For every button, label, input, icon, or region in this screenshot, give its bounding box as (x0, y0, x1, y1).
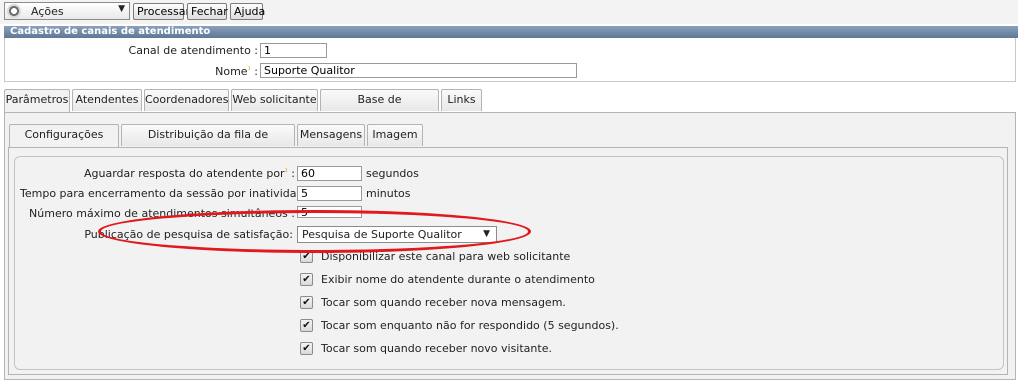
tab-distribuicao-fila[interactable]: Distribuição da fila de atendimento (121, 124, 295, 161)
actions-label: Ações (31, 5, 64, 18)
tab-parametros[interactable]: Parâmetros (4, 89, 70, 113)
checkbox-som-mensagem[interactable]: ✔ (300, 296, 313, 309)
checkbox-label: Tocar som enquanto não for respondido (5… (321, 319, 619, 332)
wait-input[interactable] (297, 166, 362, 181)
gear-icon (7, 4, 21, 18)
tab-mensagens[interactable]: Mensagens (297, 124, 365, 146)
tab-web-solicitante[interactable]: Web solicitante (231, 89, 318, 111)
name-label: Nome (215, 65, 248, 78)
close-button[interactable]: Fechar (187, 3, 228, 20)
checkbox-label: Tocar som quando receber nova mensagem. (321, 296, 566, 309)
checkbox-label: Exibir nome do atendente durante o atend… (321, 273, 595, 286)
tab-imagem[interactable]: Imagem (367, 124, 423, 146)
name-input[interactable] (260, 63, 577, 78)
tab-base-conhecimento[interactable]: Base de conhecimento (320, 89, 439, 126)
triangle-down-icon: ▼ (118, 4, 125, 14)
wait-label: Aguardar resposta do atendente por (83, 167, 285, 180)
checkbox-som-visitante[interactable]: ✔ (300, 342, 313, 355)
session-label-row: Tempo para encerramento da sessão por in… (20, 187, 321, 200)
session-unit: minutos (366, 187, 411, 200)
wait-label-row: Aguardar resposta do atendente por¹ : (83, 167, 295, 180)
name-label-row: Nome¹ : (215, 65, 258, 78)
session-label: Tempo para encerramento da sessão por in… (20, 187, 311, 200)
process-button[interactable]: Processar (133, 3, 190, 20)
wait-unit: segundos (366, 167, 419, 180)
required-marker: ¹ (284, 167, 288, 176)
checkbox-exibir-nome[interactable]: ✔ (300, 273, 313, 286)
required-marker: ¹ (247, 65, 251, 74)
actions-dropdown[interactable]: Ações ▼ (4, 2, 130, 20)
help-button[interactable]: Ajuda (230, 3, 265, 20)
session-input[interactable] (297, 186, 362, 201)
check-icon: ✔ (302, 297, 311, 308)
channel-label: Canal de atendimento : (128, 44, 258, 57)
annotation-ellipse (98, 210, 531, 253)
channel-input[interactable] (260, 43, 327, 58)
tab-coordenadores[interactable]: Coordenadores (144, 89, 229, 111)
tab-links[interactable]: Links (441, 89, 482, 111)
checkbox-som-nao-respondido[interactable]: ✔ (300, 319, 313, 332)
panel-title: Cadastro de canais de atendimento (4, 26, 1018, 38)
checkbox-label: Tocar som quando receber novo visitante. (321, 342, 552, 355)
check-icon: ✔ (302, 320, 311, 331)
tab-atendentes[interactable]: Atendentes (72, 89, 142, 111)
check-icon: ✔ (302, 274, 311, 285)
tab-configuracoes-gerais[interactable]: Configurações gerais (9, 124, 119, 161)
check-icon: ✔ (302, 343, 311, 354)
